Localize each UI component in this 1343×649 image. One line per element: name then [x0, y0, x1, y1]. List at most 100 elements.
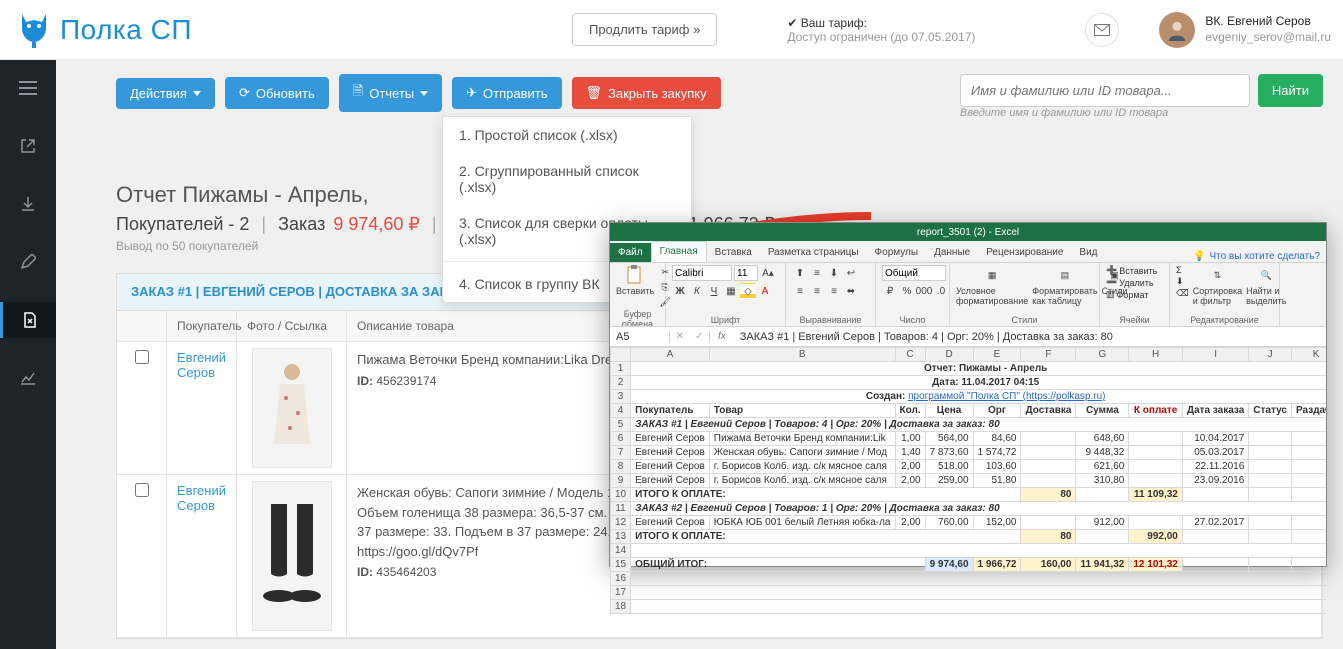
file-x-icon — [22, 312, 38, 328]
align-middle-icon[interactable]: ≡ — [809, 265, 825, 281]
nav-external[interactable] — [0, 128, 56, 164]
file-icon: 🗎 — [353, 82, 363, 104]
tariff-info: ✔ Ваш тариф: Доступ ограничен (до 07.05.… — [787, 16, 975, 44]
excel-tab-file[interactable]: Файл — [610, 243, 651, 262]
excel-window: report_3501 (2) - Excel Файл Главная Вст… — [609, 222, 1327, 567]
avatar — [1159, 12, 1195, 48]
find-icon: 🔍 — [1256, 265, 1276, 285]
hamburger-icon — [19, 81, 37, 95]
envelope-icon — [1094, 24, 1110, 36]
delete-cells[interactable]: ➖Удалить — [1106, 277, 1163, 288]
font-color-icon[interactable]: A — [757, 283, 773, 299]
underline-icon[interactable]: Ч — [706, 283, 722, 299]
fill-color-icon[interactable]: ◇ — [740, 283, 756, 299]
align-left-icon[interactable]: ≡ — [792, 283, 808, 299]
user-menu[interactable]: ВК. Евгений Серов evgeniy_serov@mail.ru — [1159, 12, 1331, 48]
insert-icon: ➕ — [1106, 265, 1117, 276]
row-checkbox[interactable] — [135, 483, 149, 497]
chart-icon — [20, 370, 36, 386]
excel-tab-layout[interactable]: Разметка страницы — [760, 243, 867, 262]
conditional-formatting[interactable]: ▦Условное форматирование — [956, 265, 1028, 306]
refresh-button[interactable]: ⟳ Обновить — [225, 77, 329, 109]
trash-icon: 🗑 — [586, 85, 603, 101]
increase-font-icon[interactable]: A▴ — [760, 265, 776, 281]
product-photo[interactable] — [252, 481, 332, 631]
download-icon — [20, 196, 36, 212]
menu-toggle[interactable] — [0, 70, 56, 106]
fx-icon[interactable]: fx — [710, 331, 734, 342]
buyer-link[interactable]: Евгений Серов — [177, 483, 226, 513]
align-top-icon[interactable]: ⬆ — [792, 265, 808, 281]
comma-icon[interactable]: 000 — [916, 283, 932, 299]
search-input[interactable] — [960, 74, 1250, 107]
row-checkbox[interactable] — [135, 350, 149, 364]
align-center-icon[interactable]: ≡ — [809, 283, 825, 299]
inc-decimal-icon[interactable]: .0 — [933, 283, 949, 299]
cond-format-icon: ▦ — [982, 265, 1002, 285]
font-name-select[interactable] — [672, 265, 732, 281]
font-size-select[interactable] — [734, 265, 758, 281]
edit-icon — [20, 254, 36, 270]
report-grouped-xlsx[interactable]: 2. Сгруппированный список (.xlsx) — [443, 153, 691, 205]
find-select[interactable]: 🔍Найти и выделить — [1246, 265, 1286, 306]
italic-icon[interactable]: К — [689, 283, 705, 299]
sort-filter[interactable]: ⇅Сортировка и фильтр — [1193, 265, 1242, 306]
nav-report[interactable] — [0, 302, 56, 338]
close-purchase-button[interactable]: 🗑 Закрыть закупку — [572, 77, 721, 109]
excel-grid[interactable]: ABCDEFGHIJK 1Отчет: Пижамы - Апрель 2Дат… — [610, 347, 1326, 614]
excel-tab-formulas[interactable]: Формулы — [867, 243, 927, 262]
lightbulb-icon: 💡 — [1193, 251, 1205, 262]
number-format-select[interactable] — [882, 265, 946, 281]
external-link-icon — [20, 138, 36, 154]
search-button[interactable]: Найти — [1258, 74, 1323, 107]
nav-chart[interactable] — [0, 360, 56, 396]
format-cells[interactable]: ▥Формат — [1106, 289, 1163, 300]
insert-cells[interactable]: ➕Вставить — [1106, 265, 1163, 276]
report-title: Отчет Пижамы - Апрель, — [116, 182, 1323, 208]
currency-icon[interactable]: ₽ — [882, 283, 898, 299]
excel-tab-data[interactable]: Данные — [926, 243, 978, 262]
format-icon: ▥ — [1106, 289, 1115, 300]
percent-icon[interactable]: % — [899, 283, 915, 299]
extend-tariff-button[interactable]: Продлить тариф » — [572, 13, 717, 46]
merge-icon[interactable]: ⬌ — [843, 283, 859, 299]
wrap-text-icon[interactable]: ↩ — [843, 265, 859, 281]
excel-tab-home[interactable]: Главная — [651, 241, 707, 262]
delete-icon: ➖ — [1106, 277, 1117, 288]
mail-button[interactable] — [1085, 13, 1119, 47]
excel-titlebar: report_3501 (2) - Excel — [610, 223, 1326, 241]
border-icon[interactable]: ▦ — [723, 283, 739, 299]
excel-tab-review[interactable]: Рецензирование — [978, 243, 1071, 262]
actions-dropdown[interactable]: Действия — [116, 78, 215, 109]
fill-icon: ⬇ — [1176, 276, 1184, 287]
reports-dropdown[interactable]: 🗎 Отчеты — [339, 74, 442, 112]
excel-tab-view[interactable]: Вид — [1071, 243, 1105, 262]
cat-icon — [14, 10, 54, 50]
buyer-link[interactable]: Евгений Серов — [177, 350, 226, 380]
bold-icon[interactable]: Ж — [672, 283, 688, 299]
send-button[interactable]: ✈ Отправить — [452, 77, 561, 109]
sort-icon: ⇅ — [1207, 265, 1227, 285]
th-buyer: Покупатель — [167, 311, 237, 341]
report-simple-xlsx[interactable]: 1. Простой список (.xlsx) — [443, 117, 691, 153]
align-bottom-icon[interactable]: ⬇ — [826, 265, 842, 281]
clear[interactable]: ⌫ — [1176, 288, 1189, 299]
cell-reference[interactable]: A5 — [610, 331, 670, 343]
nav-download[interactable] — [0, 186, 56, 222]
align-right-icon[interactable]: ≡ — [826, 283, 842, 299]
tell-me[interactable]: 💡Что вы хотите сделать? — [1193, 251, 1320, 262]
excel-tab-insert[interactable]: Вставка — [707, 243, 760, 262]
product-photo[interactable] — [252, 348, 332, 468]
sum-icon: Σ — [1176, 265, 1182, 275]
excel-ribbon: Вставить ✂ ⎘ 🖌 Буфер обмена A▴ Ж — [610, 263, 1326, 327]
paste-button[interactable]: Вставить — [616, 265, 654, 296]
enter-icon[interactable]: ✓ — [695, 331, 703, 342]
formula-bar[interactable]: ЗАКАЗ #1 | Евгений Серов | Товаров: 4 | … — [734, 331, 1326, 343]
fill[interactable]: ⬇ — [1176, 276, 1189, 287]
clipboard-icon — [625, 265, 645, 285]
format-as-table[interactable]: ▤Форматировать как таблицу — [1032, 265, 1097, 306]
cancel-icon[interactable]: ✕ — [676, 331, 684, 342]
th-photo: Фото / Ссылка — [237, 311, 347, 341]
nav-edit[interactable] — [0, 244, 56, 280]
autosum[interactable]: Σ — [1176, 265, 1189, 275]
